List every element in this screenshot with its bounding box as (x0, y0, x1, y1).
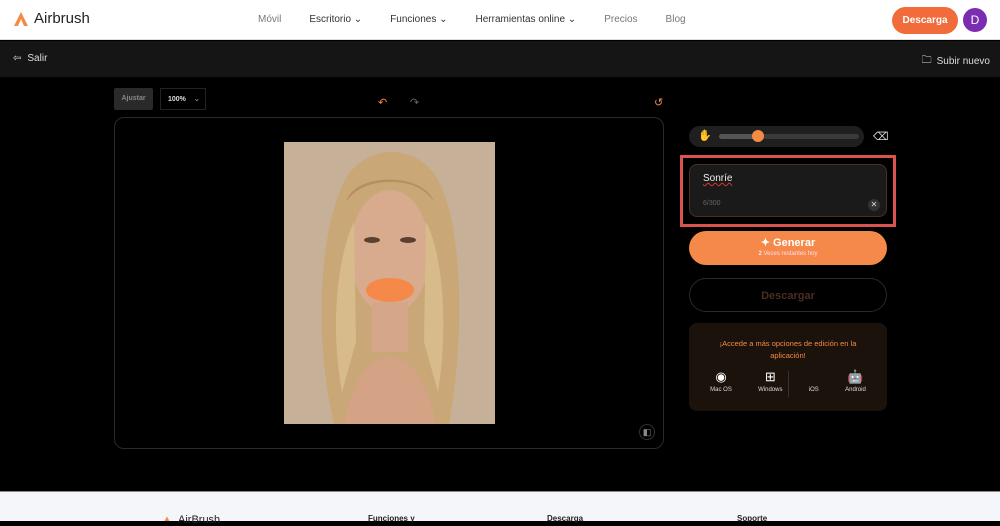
redo-icon[interactable]: ↷ (410, 96, 419, 109)
footer-logo-icon: ▲ (163, 514, 171, 523)
nav-precios[interactable]: Precios (604, 14, 637, 25)
folder-upload-icon: 🗀 (921, 55, 932, 66)
compare-icon[interactable]: ◧ (639, 424, 655, 440)
footer-col-funciones: Funciones y (368, 514, 415, 523)
exit-label: Salir (27, 53, 48, 64)
chevron-down-icon: ⌄ (193, 96, 200, 103)
brush-size-slider[interactable]: ✋ (689, 126, 864, 147)
nav-herramientas[interactable]: Herramientas online ⌄ (476, 14, 577, 25)
slider-track[interactable] (719, 134, 859, 139)
sparkle-icon: ✦ (760, 237, 770, 249)
nav-escritorio[interactable]: Escritorio ⌄ (309, 14, 362, 25)
char-counter: 6/300 (703, 200, 721, 207)
footer-col-descarga: Descarga (547, 514, 584, 523)
app-label: Windows (758, 387, 783, 393)
android-icon: 🤖 (847, 369, 864, 384)
download-app-button[interactable]: Descarga (892, 7, 958, 34)
undo-icon[interactable]: ↶ (378, 96, 387, 109)
app-label: iOS (808, 387, 819, 393)
airbrush-logo-icon (14, 11, 28, 26)
app-ios[interactable]: iOS (809, 369, 819, 393)
upload-new-button[interactable]: 🗀 Subir nuevo (922, 53, 990, 70)
editor-toolbar: ⇦ Salir 🗀 Subir nuevo (0, 41, 1000, 77)
generate-label: Generar (773, 237, 816, 249)
app-promo: ¡Accede a más opciones de edición en la … (689, 323, 887, 411)
nav-blog[interactable]: Blog (666, 14, 686, 25)
app-android[interactable]: 🤖 Android (845, 369, 866, 393)
upload-new-label: Subir nuevo (936, 56, 990, 67)
clear-icon[interactable]: ✕ (868, 199, 880, 211)
app-macos[interactable]: ◉ Mac OS (710, 369, 732, 393)
avatar[interactable]: D (963, 8, 987, 32)
download-button[interactable]: Descargar (689, 278, 887, 312)
windows-icon: ⊞ (764, 369, 776, 384)
app-label: Mac OS (710, 387, 732, 393)
footer-brand: AirBrush (178, 514, 221, 526)
app-label: Android (845, 387, 866, 393)
remaining-count: 2 (758, 251, 762, 257)
zoom-value: 100% (168, 96, 186, 103)
top-nav: Airbrush Móvil Escritorio ⌄ Funciones ⌄ … (0, 0, 1000, 40)
promo-text: ¡Accede a más opciones de edición en la … (719, 339, 857, 360)
apple-icon (809, 369, 819, 387)
app-windows[interactable]: ⊞ Windows (758, 369, 782, 393)
prompt-input[interactable]: Sonríe 6/300 ✕ (689, 164, 887, 217)
portrait-image (284, 142, 495, 424)
nav-funciones[interactable]: Funciones ⌄ (390, 14, 447, 25)
brush-icon: ✋ (698, 130, 712, 142)
nav-movil[interactable]: Móvil (258, 14, 281, 25)
footer-col-soporte: Soporte (737, 514, 768, 523)
fit-button[interactable]: Ajustar (114, 88, 153, 110)
zoom-select[interactable]: 100% ⌄ (160, 88, 206, 110)
remaining-text: Veces restantes hoy (763, 251, 818, 257)
mask-highlight (366, 278, 414, 302)
brand-logo[interactable]: Airbrush (13, 10, 90, 27)
brand-name: Airbrush (34, 10, 90, 27)
slider-thumb[interactable] (752, 130, 765, 142)
macos-icon: ◉ (715, 369, 727, 384)
footer: ▲ AirBrush Funciones y Descarga Soporte (0, 491, 1000, 526)
eraser-icon[interactable]: ⌫ (873, 130, 889, 143)
generate-button[interactable]: ✦ Generar 2 Veces restantes hoy (689, 231, 887, 265)
reset-icon[interactable]: ↺ (654, 96, 663, 109)
exit-icon: ⇦ (13, 53, 22, 64)
exit-button[interactable]: ⇦ Salir (13, 53, 47, 64)
prompt-text: Sonríe (703, 173, 733, 184)
